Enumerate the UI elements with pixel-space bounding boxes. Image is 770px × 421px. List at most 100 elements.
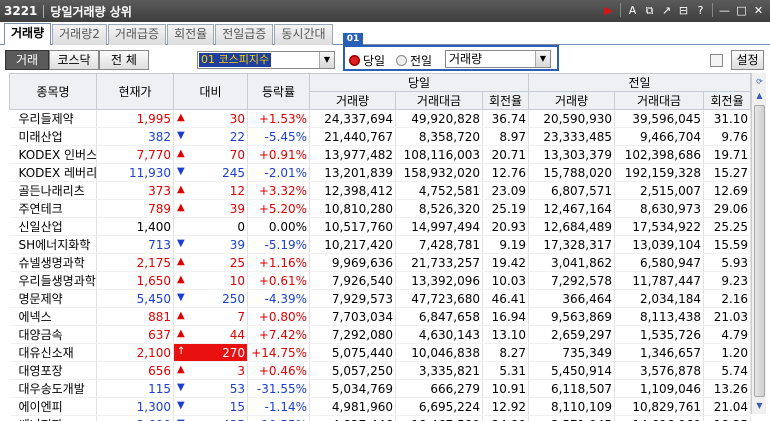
cell-today-turnover: 10.91 bbox=[482, 379, 530, 398]
table-row[interactable]: 우리들생명과학 1,650 ▲ 10 +0.61% 7,926,540 13,392,096… bbox=[9, 271, 752, 290]
radio-prev[interactable]: 전일 bbox=[396, 52, 432, 69]
chevron-down-icon[interactable]: ▼ bbox=[319, 52, 334, 68]
table-row[interactable]: 에넥스 881 ▲ 7 +0.80% 7,703,034 6,847,658 16.94 9,5… bbox=[9, 307, 752, 326]
table-row[interactable]: KODEX 인버스 7,770 ▲ 70 +0.91% 13,977,482 108,116… bbox=[9, 145, 752, 164]
cell-today-volume-value: 10,517,760 bbox=[324, 219, 393, 234]
screen-code: 3221 bbox=[4, 4, 38, 18]
cell-prev-amount-value: 8,630,973 bbox=[639, 201, 702, 216]
cell-price-value: 713 bbox=[148, 237, 171, 252]
table-row[interactable]: 미래산업 382 ▼ 22 -5.45% 21,440,767 8,358,720 8.97 2… bbox=[9, 127, 752, 146]
cell-prev-turnover-value: 21.03 bbox=[713, 309, 749, 324]
cell-today-volume-value: 7,926,540 bbox=[331, 273, 393, 288]
option-checkbox[interactable] bbox=[710, 54, 723, 67]
minimize-icon[interactable]: — bbox=[717, 3, 732, 18]
cell-prev-volume: 17,328,317 bbox=[528, 235, 616, 254]
cell-price-value: 881 bbox=[148, 309, 171, 324]
vertical-scrollbar[interactable]: ⟳ ▲ ▼ bbox=[751, 73, 766, 414]
sort-type-select[interactable]: 거래량 ▼ bbox=[445, 50, 551, 68]
close-icon[interactable]: ✕ bbox=[751, 3, 766, 18]
cell-today-turnover-value: 19.42 bbox=[491, 255, 527, 270]
cell-price-value: 2,175 bbox=[136, 255, 171, 270]
cell-change: ▲ 12 bbox=[173, 181, 248, 200]
table-row[interactable]: 에이엔피 1,300 ▼ 15 -1.14% 4,981,960 6,695,224 12.9… bbox=[9, 397, 752, 416]
col-header-today-amount[interactable]: 거래대금 bbox=[395, 91, 483, 110]
index-select[interactable]: 01 코스피지수 ▼ bbox=[197, 51, 335, 69]
table-row[interactable]: SH에너지화학 713 ▼ 39 -5.19% 10,217,420 7,428,781 9.… bbox=[9, 235, 752, 254]
market-kosdaq-button[interactable]: 코스닥 bbox=[49, 50, 99, 70]
capture-icon[interactable]: ⧉ bbox=[642, 3, 657, 18]
col-header-today-volume[interactable]: 거래량 bbox=[309, 91, 396, 110]
cell-today-volume: 9,969,636 bbox=[309, 253, 396, 272]
tab-turnover[interactable]: 회전율 bbox=[167, 24, 215, 45]
table-row[interactable]: 대양금속 637 ▲ 44 +7.42% 7,292,080 4,630,143 13.10 2… bbox=[9, 325, 752, 344]
up-arrow-icon: ▲ bbox=[177, 147, 185, 159]
cell-name-value: 명문제약 bbox=[18, 292, 63, 306]
chevron-down-icon[interactable]: ▼ bbox=[535, 51, 550, 67]
cell-today-turnover-value: 12.76 bbox=[491, 165, 527, 180]
col-header-name[interactable]: 종목명 bbox=[9, 73, 97, 110]
tab-volume[interactable]: 거래량 bbox=[4, 23, 52, 45]
refresh-icon[interactable]: ⟳ bbox=[753, 75, 766, 88]
scroll-up-icon[interactable]: ▲ bbox=[753, 89, 766, 102]
cell-prev-amount-value: 8,113,438 bbox=[639, 309, 702, 324]
cell-prev-turnover-value: 18.35 bbox=[714, 418, 748, 421]
table-row[interactable]: 슈넬생명과학 2,175 ▲ 25 +1.16% 9,969,636 21,733,257 1… bbox=[9, 253, 752, 272]
cell-prev-amount: 9,466,704 bbox=[614, 127, 705, 146]
font-icon[interactable]: A bbox=[625, 3, 640, 18]
cell-change-value: 3 bbox=[237, 363, 245, 378]
table-row[interactable]: 대유신소재 2,100 ↑ 270 +14.75% 5,075,440 10,046,838… bbox=[9, 343, 752, 362]
radio-today-label: 당일 bbox=[363, 54, 386, 68]
settings-button[interactable]: 설정 bbox=[731, 50, 764, 70]
col-header-prev-turnover[interactable]: 회전율 bbox=[703, 91, 752, 110]
maximize-icon[interactable]: □ bbox=[734, 3, 749, 18]
tab-volume2[interactable]: 거래량2 bbox=[52, 24, 107, 45]
cell-today-amount: 3,335,821 bbox=[395, 361, 483, 380]
cell-prev-amount-value: 2,034,184 bbox=[639, 291, 702, 306]
cell-prev-volume-value: 2,659,297 bbox=[550, 327, 613, 342]
cell-name: 슈넬생명과학 bbox=[9, 253, 97, 272]
table-row[interactable]: 대우송도개발 115 ▼ 53 -31.55% 5,034,769 666,279 10.91… bbox=[9, 379, 752, 398]
cell-prev-turnover: 13.26 bbox=[703, 379, 752, 398]
scrollbar-thumb[interactable] bbox=[754, 105, 765, 397]
cell-prev-amount-value: 17,534,922 bbox=[632, 219, 702, 234]
col-header-prev-volume[interactable]: 거래량 bbox=[528, 91, 616, 110]
cell-prev-volume-value: 17,328,317 bbox=[543, 237, 613, 252]
market-all-button[interactable]: 전 체 bbox=[99, 50, 149, 70]
col-header-price[interactable]: 현재가 bbox=[96, 73, 174, 110]
tab-prev-surge[interactable]: 전일급증 bbox=[215, 24, 274, 45]
table-row[interactable]: 대영포장 656 ▲ 3 +0.46% 5,057,250 3,335,821 5.31 5,4… bbox=[9, 361, 752, 380]
link-icon[interactable]: ↗ bbox=[659, 3, 674, 18]
play-icon[interactable]: ▶ bbox=[601, 3, 616, 18]
col-header-prev-amount[interactable]: 거래대금 bbox=[614, 91, 705, 110]
window-icon[interactable]: ⊟ bbox=[676, 3, 691, 18]
market-kospi-button[interactable]: 거래소 bbox=[5, 50, 49, 85]
scroll-down-icon[interactable]: ▼ bbox=[753, 399, 766, 412]
cell-prev-amount: 2,034,184 bbox=[614, 289, 705, 308]
table-row[interactable]: 신일산업 1,400 0 0.00% 10,517,760 14,997,494 20.93… bbox=[9, 217, 752, 236]
cell-prev-turnover: 19.71 bbox=[703, 145, 752, 164]
cell-rate: 0.00% bbox=[247, 217, 310, 236]
tab-volume-surge[interactable]: 거래급증 bbox=[107, 24, 167, 45]
cell-prev-amount-value: 13,039,104 bbox=[632, 237, 702, 252]
cell-prev-turnover-value: 12.69 bbox=[713, 183, 749, 198]
down-arrow-icon: ▼ bbox=[177, 129, 185, 141]
down-arrow-icon: ▼ bbox=[177, 418, 185, 421]
table-row[interactable]: 쌔니전자 3,690 ▼ 435 -10.55% 4,827,446 18,467,589 2… bbox=[9, 415, 752, 421]
col-group-today: 당일 bbox=[308, 73, 530, 92]
help-icon[interactable]: ? bbox=[693, 3, 708, 18]
col-header-today-turnover[interactable]: 회전율 bbox=[481, 91, 530, 110]
tab-same-time[interactable]: 동시간대 bbox=[274, 24, 333, 45]
cell-rate-value: -1.14% bbox=[264, 399, 307, 414]
up-arrow-icon: ▲ bbox=[177, 111, 185, 123]
table-row[interactable]: KODEX 레버리 11,930 ▼ 245 -2.01% 13,201,839 158,9… bbox=[9, 163, 752, 182]
table-row[interactable]: 주연테크 789 ▲ 39 +5.20% 10,810,280 8,526,320 25.19… bbox=[9, 199, 752, 218]
table-row[interactable]: 명문제약 5,450 ▼ 250 -4.39% 7,929,573 47,723,680 46… bbox=[9, 289, 752, 308]
table-row[interactable]: 우리들제약 1,995 ▲ 30 +1.53% 24,337,694 49,920,828 3… bbox=[9, 109, 752, 128]
radio-today[interactable]: 당일 bbox=[349, 52, 385, 69]
col-header-rate[interactable]: 등락률 bbox=[247, 73, 310, 110]
cell-prev-amount: 1,109,046 bbox=[614, 379, 705, 398]
cell-today-turnover-value: 46.41 bbox=[491, 291, 527, 306]
table-row[interactable]: 골든나래리츠 373 ▲ 12 +3.32% 12,398,412 4,752,581 23.… bbox=[9, 181, 752, 200]
cell-today-amount-value: 158,932,020 bbox=[403, 165, 480, 180]
col-header-change[interactable]: 대비 bbox=[173, 73, 248, 110]
